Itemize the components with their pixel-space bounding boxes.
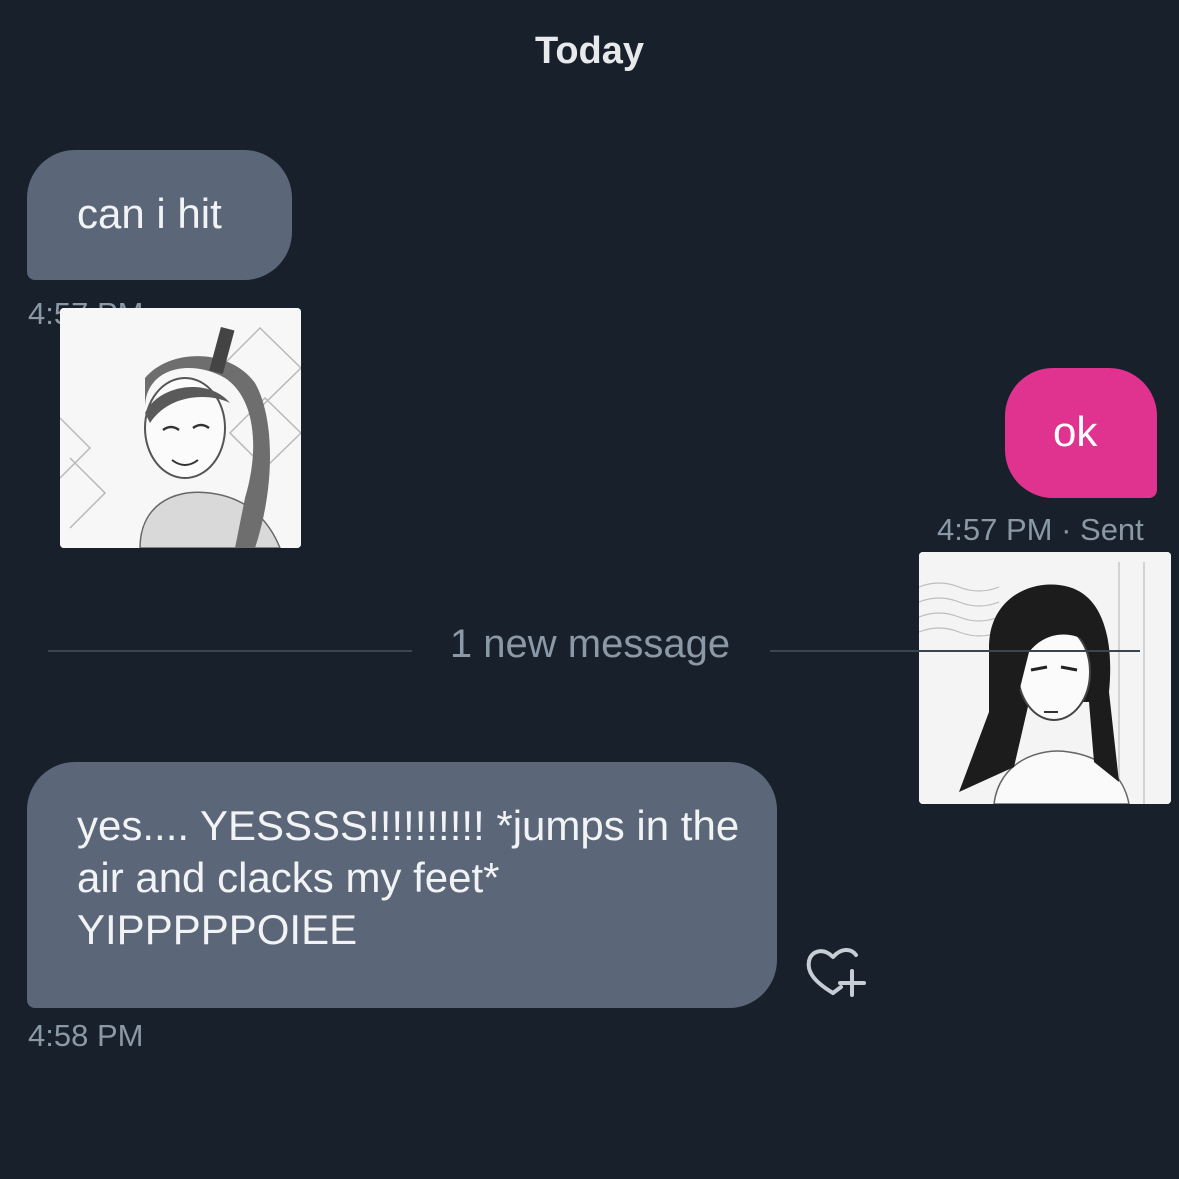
divider-line <box>770 650 1140 652</box>
message-text: can i hit <box>77 190 222 237</box>
sticker-image <box>919 552 1171 804</box>
message-bubble-incoming[interactable]: can i hit <box>27 150 292 280</box>
manga-character-illustration <box>919 552 1171 804</box>
message-text: yes.... YESSSS!!!!!!!!!! *jumps in the a… <box>77 802 740 953</box>
message-bubble-incoming[interactable]: yes.... YESSSS!!!!!!!!!! *jumps in the a… <box>27 762 777 1008</box>
sent-status: · Sent <box>1061 512 1144 547</box>
message-timestamp: 4:57 PM · Sent <box>937 512 1144 548</box>
message-text: ok <box>1053 408 1098 455</box>
manga-character-illustration <box>60 308 301 548</box>
divider-line <box>48 650 412 652</box>
new-message-divider-label: 1 new message <box>449 622 731 666</box>
timestamp-time: 4:57 PM <box>937 512 1053 547</box>
message-timestamp: 4:58 PM <box>28 1018 144 1053</box>
heart-plus-icon[interactable] <box>803 943 869 1003</box>
date-header: Today <box>534 30 645 72</box>
sticker-image <box>60 308 301 548</box>
message-bubble-outgoing[interactable]: ok <box>1005 368 1157 498</box>
